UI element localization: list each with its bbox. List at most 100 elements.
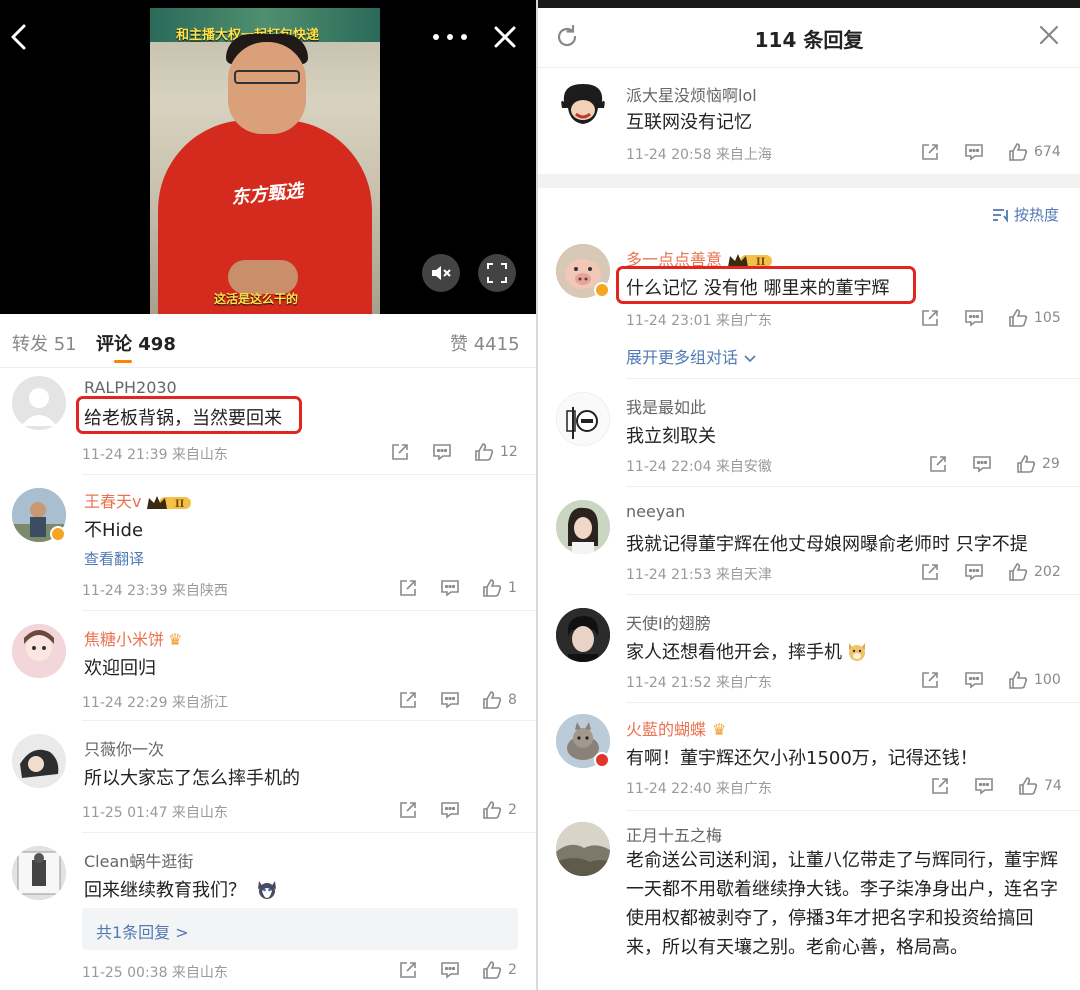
like-button[interactable]: 105	[1008, 308, 1061, 328]
mute-icon[interactable]	[422, 254, 460, 292]
video-frame: 和主播大权一起打包快递 东方甄选	[150, 8, 380, 314]
sort-label: 按热度	[1014, 206, 1060, 224]
like-button[interactable]: 100	[1008, 670, 1061, 690]
comment-meta: 11-24 20:58 来自上海	[626, 147, 772, 163]
sort-by-hot-button[interactable]: 按热度	[992, 204, 1059, 225]
avatar[interactable]	[12, 846, 66, 900]
weibo-post-panel: 和主播大权一起打包快递 东方甄选 这活是这么干的 转发 51 评论 498 赞	[0, 0, 536, 990]
comment-text: 老俞送公司送利润，让董八亿带走了与辉同行，董宇辉一天都不用歇着继续挣大钱。李子柒…	[626, 850, 1058, 958]
reply-icon[interactable]	[964, 142, 984, 162]
avatar[interactable]	[12, 376, 66, 430]
avatar[interactable]	[556, 500, 610, 554]
share-icon[interactable]	[398, 690, 418, 710]
share-icon[interactable]	[398, 800, 418, 820]
like-button[interactable]: 74	[1018, 776, 1062, 796]
reply-icon[interactable]	[964, 308, 984, 328]
like-button[interactable]: 2	[482, 960, 517, 980]
like-count: 105	[1034, 310, 1061, 326]
comment-text: 我就记得董宇辉在他丈母娘网曝俞老师时 只字不提	[626, 534, 1028, 555]
close-icon[interactable]	[486, 18, 524, 56]
verified-badge-icon	[594, 752, 610, 768]
presenter-hands	[228, 260, 298, 294]
comment-username[interactable]: 天使I的翅膀	[626, 610, 711, 634]
view-replies-button[interactable]: 共1条回复 >	[82, 908, 518, 950]
comment-text: 家人还想看他开会，摔手机	[626, 638, 868, 664]
like-button[interactable]: 12	[474, 442, 518, 462]
comment-username[interactable]: RALPH2030	[84, 378, 177, 397]
expand-more-conversations[interactable]: 展开更多组对话	[626, 344, 756, 368]
comment-text: 互联网没有记忆	[626, 112, 752, 133]
like-count: 202	[1034, 564, 1061, 580]
tab-likes[interactable]: 赞 4415	[450, 330, 520, 356]
reply-icon[interactable]	[432, 442, 452, 462]
comment-text: 欢迎回归	[84, 658, 156, 679]
like-button[interactable]: 2	[482, 800, 517, 820]
reply-icon[interactable]	[974, 776, 994, 796]
share-icon[interactable]	[920, 670, 940, 690]
share-icon[interactable]	[930, 776, 950, 796]
divider	[626, 486, 1080, 487]
video-player[interactable]: 和主播大权一起打包快递 东方甄选 这活是这么干的	[0, 0, 536, 314]
like-count: 2	[508, 962, 517, 978]
comment-username[interactable]: neeyan	[626, 502, 685, 521]
reply-icon[interactable]	[440, 800, 460, 820]
reply-item: 正月十五之梅 老俞送公司送利润，让董八亿带走了与辉同行，董宇辉一天都不用歇着继续…	[538, 812, 1074, 990]
share-icon[interactable]	[920, 308, 940, 328]
like-button[interactable]: 8	[482, 690, 517, 710]
reply-icon[interactable]	[440, 578, 460, 598]
reply-icon[interactable]	[964, 670, 984, 690]
reply-item: 火藍的蝴蝶 ♛ 有啊！董宇辉还欠小孙1500万，记得还钱！ 11-24 22:40…	[538, 704, 1080, 812]
comment-username[interactable]: Clean蜗牛逛街	[84, 848, 193, 872]
avatar[interactable]	[12, 624, 66, 678]
reply-icon[interactable]	[440, 690, 460, 710]
avatar[interactable]	[556, 608, 610, 662]
like-button[interactable]: 674	[1008, 142, 1061, 162]
fullscreen-icon[interactable]	[478, 254, 516, 292]
comment-username[interactable]: 只薇你一次	[84, 736, 164, 760]
like-button[interactable]: 202	[1008, 562, 1061, 582]
comment-meta: 11-24 22:40 来自广东	[626, 781, 772, 797]
comment-meta: 11-24 21:39 来自山东	[82, 447, 228, 463]
husky-emoji-icon	[256, 880, 278, 901]
share-icon[interactable]	[398, 960, 418, 980]
reply-icon[interactable]	[440, 960, 460, 980]
tab-comments[interactable]: 评论 498	[96, 330, 176, 356]
share-icon[interactable]	[390, 442, 410, 462]
comment-text: 给老板背锅，当然要回来	[84, 408, 282, 429]
crown-badge-icon: II	[145, 494, 193, 512]
like-button[interactable]: 29	[1016, 454, 1060, 474]
comment-username[interactable]: 王春天v II	[84, 488, 193, 512]
close-icon[interactable]	[1038, 24, 1064, 50]
share-icon[interactable]	[398, 578, 418, 598]
back-icon[interactable]	[4, 18, 34, 56]
replies-panel: 114 条回复 派大星没烦恼啊lol 互联网没有记忆 11-24 20:58 来…	[538, 0, 1080, 990]
comment-username[interactable]: 我是最如此	[626, 394, 706, 418]
comment-actions: 2	[398, 800, 517, 820]
reply-icon[interactable]	[964, 562, 984, 582]
share-icon[interactable]	[920, 142, 940, 162]
avatar[interactable]	[12, 734, 66, 788]
like-count: 100	[1034, 672, 1061, 688]
tab-repost[interactable]: 转发 51	[12, 330, 77, 356]
chevron-down-icon	[744, 348, 756, 367]
verified-badge-icon	[50, 526, 66, 542]
verified-badge-icon	[594, 282, 610, 298]
share-icon[interactable]	[920, 562, 940, 582]
comment-meta: 11-24 21:52 来自广东	[626, 675, 772, 691]
avatar[interactable]	[556, 822, 610, 876]
avatar[interactable]	[556, 392, 610, 446]
like-count: 674	[1034, 144, 1061, 160]
comment-username[interactable]: 正月十五之梅	[626, 822, 722, 846]
more-options-icon[interactable]	[428, 20, 472, 54]
like-button[interactable]: 1	[482, 578, 517, 598]
comment-username[interactable]: 派大星没烦恼啊lol	[626, 82, 757, 106]
reply-icon[interactable]	[972, 454, 992, 474]
reply-item: neeyan 我就记得董宇辉在他丈母娘网曝俞老师时 只字不提 11-24 21:…	[538, 488, 1080, 596]
translate-link[interactable]: 查看翻译	[84, 548, 144, 569]
avatar[interactable]	[556, 78, 610, 132]
share-icon[interactable]	[928, 454, 948, 474]
comment-item: RALPH2030 给老板背锅，当然要回来 11-24 21:39 来自山东 1…	[0, 368, 536, 476]
comment-username[interactable]: 焦糖小米饼 ♛	[84, 626, 182, 650]
comment-username[interactable]: 火藍的蝴蝶 ♛	[626, 716, 726, 740]
divider	[82, 610, 536, 611]
